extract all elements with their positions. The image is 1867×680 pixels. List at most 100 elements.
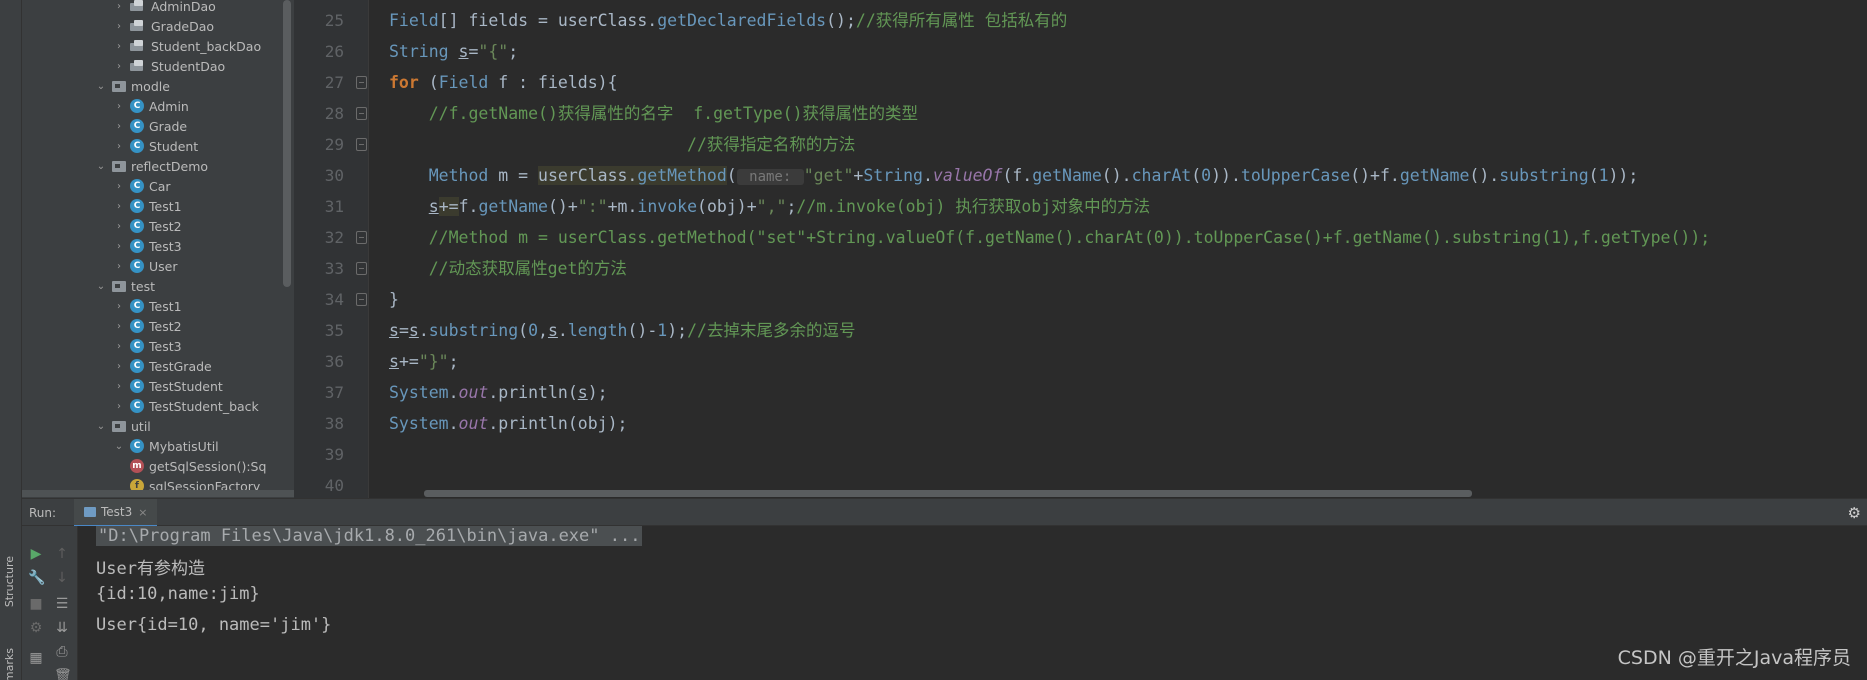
chevron-right-icon[interactable]: ›: [114, 401, 124, 412]
chevron-right-icon[interactable]: ›: [114, 361, 124, 372]
code-token: ();: [826, 11, 856, 30]
tree-item[interactable]: ⌄ util: [96, 416, 151, 436]
class-icon: C: [130, 439, 144, 453]
print-icon[interactable]: ⎙: [54, 644, 70, 660]
class-icon: C: [130, 299, 144, 313]
tree-item[interactable]: › GradeDao: [114, 16, 214, 36]
tree-item[interactable]: › C User: [114, 256, 178, 276]
wrench-icon[interactable]: 🔧: [28, 570, 45, 586]
tree-item[interactable]: m getSqlSession():Sq: [130, 456, 266, 476]
line-number: 26: [324, 42, 344, 61]
chevron-right-icon[interactable]: ›: [114, 21, 124, 32]
tree-item[interactable]: › C Grade: [114, 116, 187, 136]
chevron-down-icon[interactable]: ⌄: [96, 421, 106, 432]
chevron-right-icon[interactable]: ›: [114, 61, 124, 72]
code-token: ().: [1101, 166, 1132, 185]
tree-item[interactable]: ⌄ test: [96, 276, 155, 296]
tree-item[interactable]: › C Test2: [114, 316, 182, 336]
line-number: 28: [324, 104, 344, 123]
line-number: 30: [324, 166, 344, 185]
chevron-right-icon[interactable]: ›: [114, 201, 124, 212]
editor-horizontal-scrollbar[interactable]: [424, 490, 1472, 497]
code-token: (: [726, 166, 737, 185]
line-number: 38: [324, 414, 344, 433]
rerun-icon[interactable]: ▶: [28, 546, 44, 562]
camera-icon[interactable]: ⚙: [28, 620, 44, 636]
close-icon[interactable]: ×: [138, 506, 147, 519]
code-token: name:: [736, 169, 804, 185]
chevron-down-icon[interactable]: ⌄: [96, 281, 106, 292]
soft-wrap-icon[interactable]: ☰: [54, 596, 70, 612]
chevron-right-icon[interactable]: ›: [114, 101, 124, 112]
scroll-down-icon[interactable]: ↓: [54, 570, 70, 586]
line-number: 40: [324, 476, 344, 495]
fold-marker-icon[interactable]: [356, 138, 367, 151]
chevron-right-icon[interactable]: ›: [114, 141, 124, 152]
bookmarks-tool-tab[interactable]: marks: [3, 648, 16, 680]
chevron-right-icon[interactable]: ›: [114, 261, 124, 272]
gear-icon[interactable]: ⚙: [1848, 504, 1861, 522]
tree-item[interactable]: › C TestStudent_back: [114, 396, 259, 416]
project-vertical-scrollbar[interactable]: [283, 0, 291, 287]
scroll-to-end-icon[interactable]: ⇊: [54, 620, 70, 636]
chevron-right-icon[interactable]: ›: [114, 381, 124, 392]
fold-marker-icon[interactable]: [356, 76, 367, 89]
code-token: "get": [803, 166, 854, 185]
code-token: s: [458, 42, 469, 61]
chevron-down-icon[interactable]: ⌄: [96, 81, 106, 92]
structure-tool-tab[interactable]: Structure: [3, 556, 16, 607]
chevron-right-icon[interactable]: ›: [114, 221, 124, 232]
code-token: );: [587, 383, 608, 402]
chevron-down-icon[interactable]: ⌄: [114, 441, 124, 452]
tree-item[interactable]: › AdminDao: [114, 0, 216, 16]
code-token: .println(obj);: [488, 414, 628, 433]
tree-item[interactable]: › C Test3: [114, 336, 182, 356]
chevron-right-icon[interactable]: ›: [114, 341, 124, 352]
code-token: valueOf: [932, 166, 1003, 185]
tree-item[interactable]: ⌄ modle: [96, 76, 170, 96]
fold-marker-icon[interactable]: [356, 231, 367, 244]
tree-item[interactable]: › C Test1: [114, 196, 182, 216]
tree-item[interactable]: › C TestStudent: [114, 376, 223, 396]
chevron-right-icon[interactable]: ›: [114, 1, 124, 12]
line-number: 37: [324, 383, 344, 402]
fold-marker-icon[interactable]: [356, 262, 367, 275]
tree-item[interactable]: ⌄ C MybatisUtil: [114, 436, 219, 456]
tree-item-label: User: [149, 258, 178, 274]
chevron-right-icon[interactable]: ›: [114, 321, 124, 332]
console-output[interactable]: "D:\Program Files\Java\jdk1.8.0_261\bin\…: [78, 526, 1867, 680]
tree-item[interactable]: › C Test2: [114, 216, 182, 236]
fold-marker-icon[interactable]: [356, 293, 367, 306]
tree-item[interactable]: › C Admin: [114, 96, 189, 116]
project-horizontal-scrollbar[interactable]: [22, 490, 294, 497]
code-editor[interactable]: 25 26 27 28 29 30 31 32 33 34 35 36 37 38 39 40 Field[]…: [294, 0, 1867, 498]
tree-item[interactable]: › C Test3: [114, 236, 182, 256]
tree-item[interactable]: › C TestGrade: [114, 356, 212, 376]
trash-icon[interactable]: 🗑: [54, 668, 72, 680]
stop-icon[interactable]: ■: [28, 596, 44, 612]
run-tab-test3[interactable]: Test3 ×: [74, 499, 158, 527]
code-token: 0: [528, 321, 539, 340]
scroll-up-icon[interactable]: ↑: [54, 546, 70, 562]
layout-icon[interactable]: ▦: [28, 650, 44, 666]
tree-item-label: util: [131, 418, 151, 434]
tree-item[interactable]: › C Student: [114, 136, 198, 156]
tree-item[interactable]: › StudentDao: [114, 56, 225, 76]
fold-marker-icon[interactable]: [356, 107, 367, 120]
run-toolbar: ▶ 🔧 ■ ⚙ ▦ ↑ ↓ ☰ ⇊ ⎙ 🗑: [22, 526, 78, 680]
chevron-right-icon[interactable]: ›: [114, 301, 124, 312]
tree-item[interactable]: ⌄ reflectDemo: [96, 156, 208, 176]
chevron-down-icon[interactable]: ⌄: [96, 161, 106, 172]
chevron-right-icon[interactable]: ›: [114, 121, 124, 132]
tree-item[interactable]: › C Test1: [114, 296, 182, 316]
chevron-right-icon[interactable]: ›: [114, 241, 124, 252]
code-token: .: [448, 383, 459, 402]
tree-item[interactable]: › C Car: [114, 176, 171, 196]
code-token: 0: [1201, 166, 1212, 185]
chevron-right-icon[interactable]: ›: [114, 181, 124, 192]
chevron-right-icon[interactable]: ›: [114, 41, 124, 52]
code-token: (: [418, 73, 439, 92]
tree-item[interactable]: › Student_backDao: [114, 36, 261, 56]
